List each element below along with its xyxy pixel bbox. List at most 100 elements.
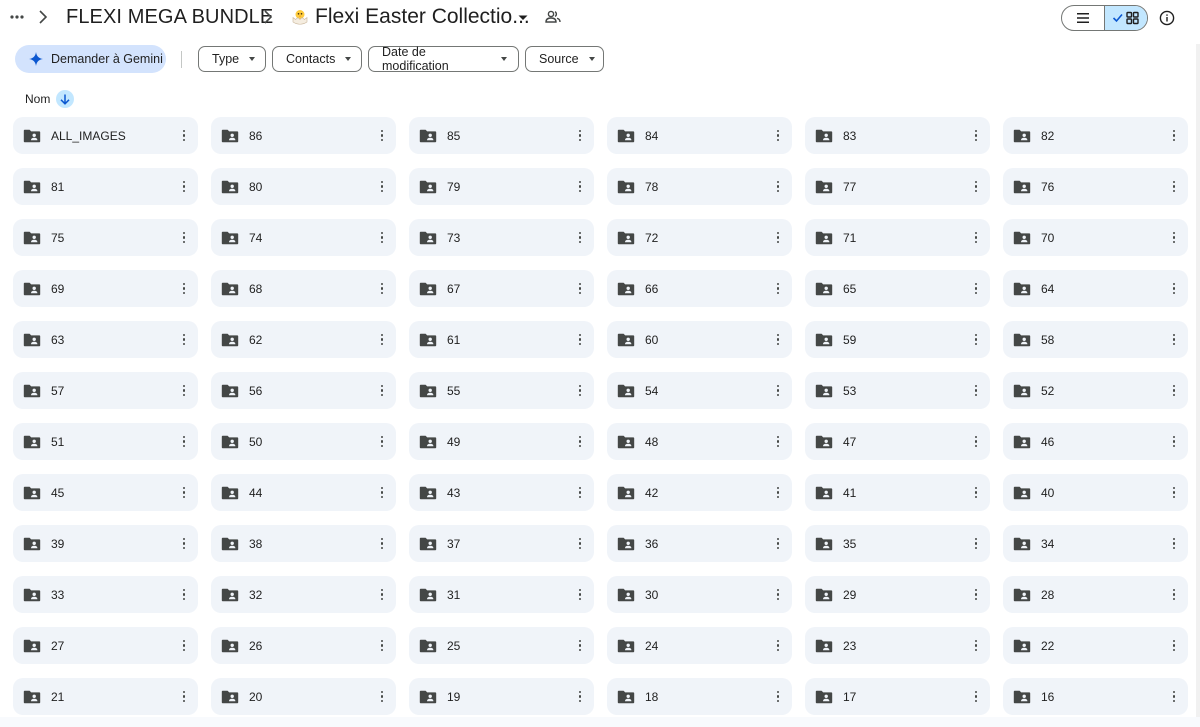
more-actions-icon[interactable] [377,688,387,705]
more-actions-icon[interactable] [575,382,585,399]
folder-card[interactable]: 78 [607,168,792,205]
more-actions-icon[interactable] [971,637,981,654]
more-actions-icon[interactable] [773,484,783,501]
folder-card[interactable]: 34 [1003,525,1188,562]
folder-card[interactable]: 49 [409,423,594,460]
more-actions-icon[interactable] [1169,484,1179,501]
folder-card[interactable]: 27 [13,627,198,664]
more-actions-icon[interactable] [773,688,783,705]
more-actions-icon[interactable] [179,382,189,399]
folder-card[interactable]: 30 [607,576,792,613]
folder-card[interactable]: 31 [409,576,594,613]
shared-folder-icon[interactable] [545,10,561,24]
folder-card[interactable]: 86 [211,117,396,154]
folder-card[interactable]: 23 [805,627,990,664]
more-actions-icon[interactable] [575,688,585,705]
more-actions-icon[interactable] [575,178,585,195]
folder-card[interactable]: 40 [1003,474,1188,511]
folder-card[interactable]: 26 [211,627,396,664]
folder-card[interactable]: 50 [211,423,396,460]
folder-card[interactable]: 70 [1003,219,1188,256]
folder-card[interactable]: 19 [409,678,594,715]
more-actions-icon[interactable] [1169,688,1179,705]
folder-card[interactable]: 58 [1003,321,1188,358]
folder-card[interactable]: 45 [13,474,198,511]
more-actions-icon[interactable] [1169,127,1179,144]
filter-chip-modified-date[interactable]: Date de modification [368,45,519,73]
more-actions-icon[interactable] [773,586,783,603]
folder-card[interactable]: 18 [607,678,792,715]
more-actions-icon[interactable] [179,484,189,501]
more-actions-icon[interactable] [971,535,981,552]
list-view-button[interactable] [1062,6,1104,30]
more-actions-icon[interactable] [575,229,585,246]
more-actions-icon[interactable] [179,535,189,552]
folder-card[interactable]: 69 [13,270,198,307]
folder-card[interactable]: 81 [13,168,198,205]
more-actions-icon[interactable] [971,331,981,348]
folder-card[interactable]: 68 [211,270,396,307]
folder-card[interactable]: 76 [1003,168,1188,205]
more-actions-icon[interactable] [971,127,981,144]
folder-card[interactable]: 59 [805,321,990,358]
more-actions-icon[interactable] [179,127,189,144]
more-actions-icon[interactable] [773,331,783,348]
folder-card[interactable]: 47 [805,423,990,460]
folder-card[interactable]: 51 [13,423,198,460]
more-actions-icon[interactable] [575,127,585,144]
more-actions-icon[interactable] [773,280,783,297]
more-actions-icon[interactable] [971,586,981,603]
folder-card[interactable]: 65 [805,270,990,307]
folder-card[interactable]: 84 [607,117,792,154]
folder-card[interactable]: 60 [607,321,792,358]
more-actions-icon[interactable] [773,178,783,195]
folder-card[interactable]: 43 [409,474,594,511]
folder-card[interactable]: 52 [1003,372,1188,409]
ask-gemini-button[interactable]: Demander à Gemini [15,45,166,73]
more-actions-icon[interactable] [377,535,387,552]
more-actions-icon[interactable] [377,178,387,195]
arrow-down-icon[interactable] [56,90,75,108]
more-actions-icon[interactable] [179,178,189,195]
more-actions-icon[interactable] [179,637,189,654]
filter-chip-contacts[interactable]: Contacts [272,46,362,72]
more-actions-icon[interactable] [377,280,387,297]
folder-card[interactable]: 17 [805,678,990,715]
folder-card[interactable]: 24 [607,627,792,664]
folder-card[interactable]: 85 [409,117,594,154]
folder-card[interactable]: 20 [211,678,396,715]
more-actions-icon[interactable] [773,535,783,552]
folder-card[interactable]: ALL_IMAGES [13,117,198,154]
folder-card[interactable]: 33 [13,576,198,613]
folder-card[interactable]: 71 [805,219,990,256]
more-actions-icon[interactable] [1169,331,1179,348]
folder-menu-dropdown-icon[interactable] [518,15,528,21]
folder-card[interactable]: 82 [1003,117,1188,154]
more-actions-icon[interactable] [773,382,783,399]
folder-card[interactable]: 38 [211,525,396,562]
folder-card[interactable]: 67 [409,270,594,307]
more-actions-icon[interactable] [377,229,387,246]
more-actions-icon[interactable] [773,637,783,654]
more-actions-icon[interactable] [773,127,783,144]
more-actions-icon[interactable] [1169,433,1179,450]
folder-card[interactable]: 83 [805,117,990,154]
folder-card[interactable]: 39 [13,525,198,562]
folder-card[interactable]: 22 [1003,627,1188,664]
folder-card[interactable]: 66 [607,270,792,307]
more-actions-icon[interactable] [971,484,981,501]
more-actions-icon[interactable] [575,331,585,348]
folder-card[interactable]: 73 [409,219,594,256]
folder-card[interactable]: 53 [805,372,990,409]
more-actions-icon[interactable] [971,229,981,246]
more-actions-icon[interactable] [377,433,387,450]
folder-card[interactable]: 72 [607,219,792,256]
folder-card[interactable]: 56 [211,372,396,409]
folder-card[interactable]: 74 [211,219,396,256]
folder-card[interactable]: 54 [607,372,792,409]
folder-card[interactable]: 42 [607,474,792,511]
more-actions-icon[interactable] [1169,178,1179,195]
sort-by-name[interactable]: Nom [25,90,75,108]
more-actions-icon[interactable] [1169,535,1179,552]
more-actions-icon[interactable] [575,637,585,654]
